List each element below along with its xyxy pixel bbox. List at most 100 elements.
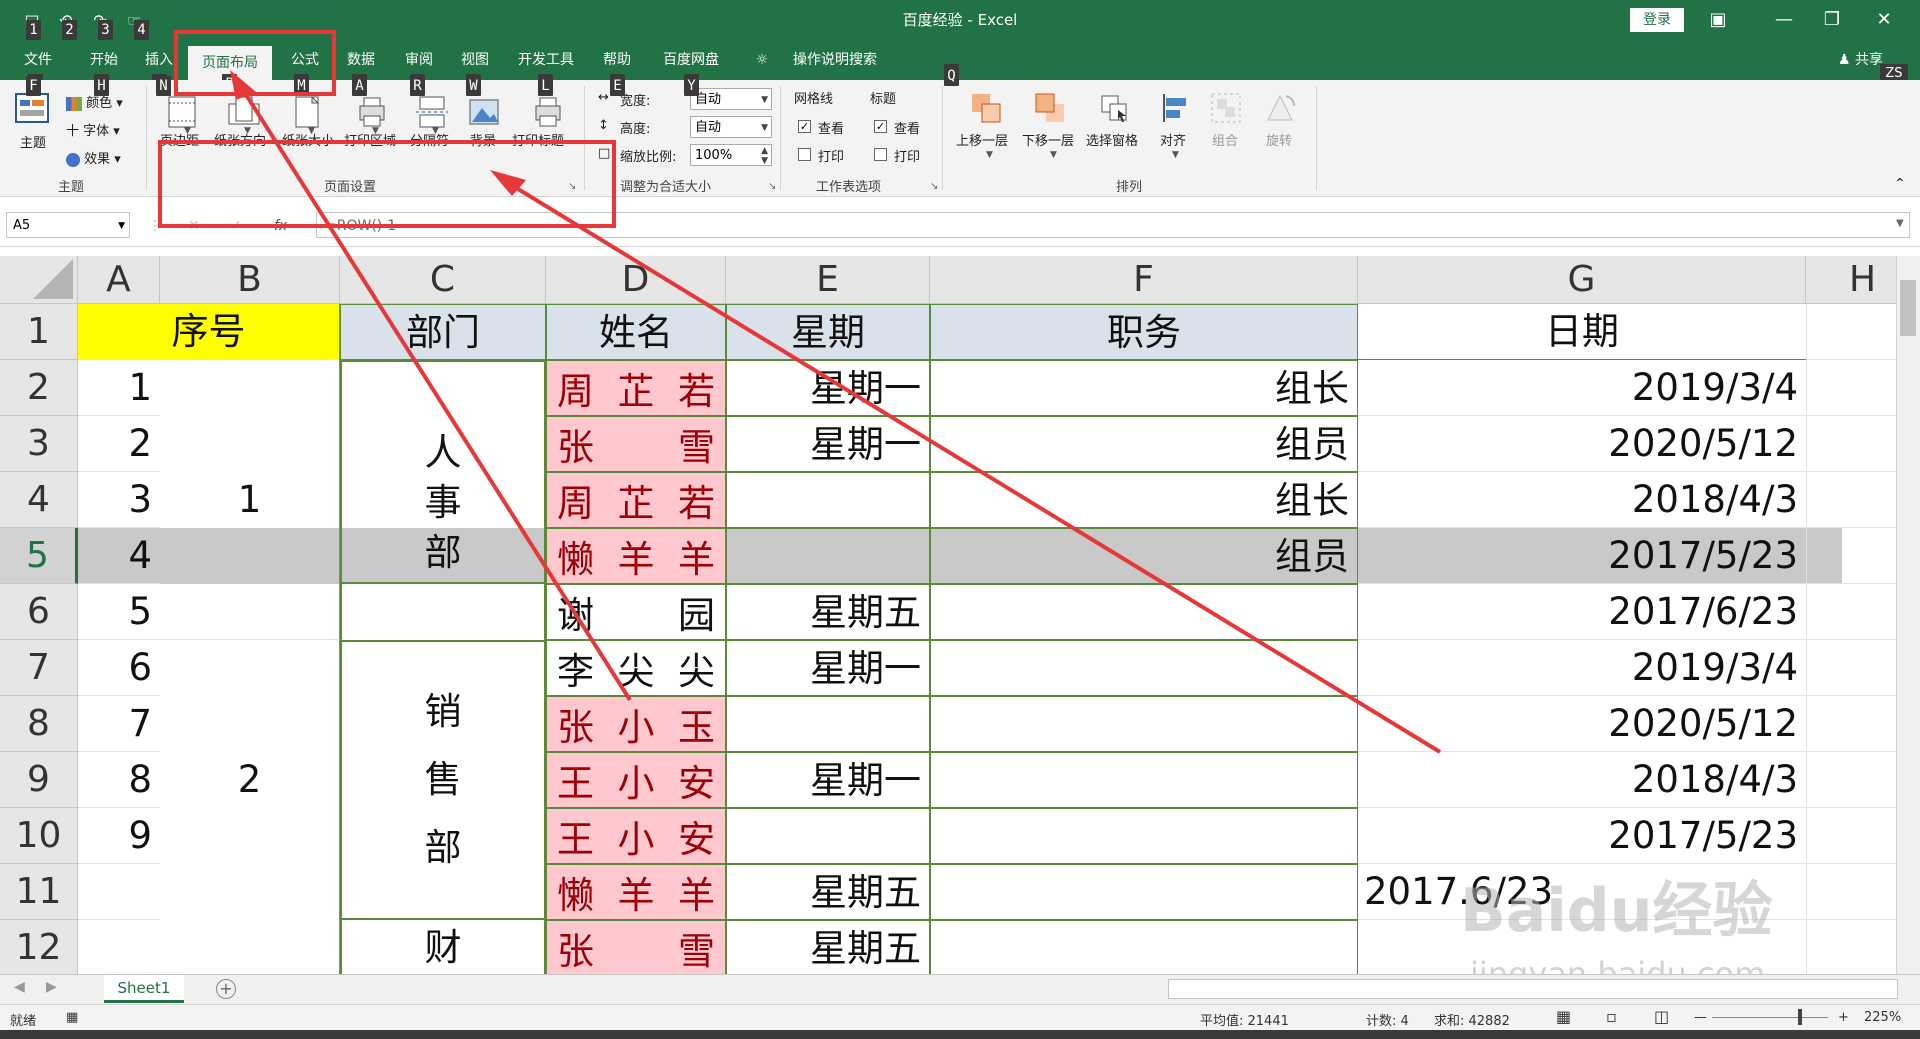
cell-department-partial[interactable]: 财: [340, 920, 546, 974]
cell-role[interactable]: [930, 696, 1358, 752]
row-header[interactable]: 8: [0, 696, 78, 752]
align-label[interactable]: 对齐: [1160, 130, 1186, 149]
cell-role[interactable]: 组长: [930, 472, 1358, 528]
zoom-out-icon[interactable]: —: [1694, 1010, 1707, 1025]
maximize-icon[interactable]: ❐: [1814, 6, 1850, 34]
cell-role[interactable]: [930, 808, 1358, 864]
scale-spinner[interactable]: 100% ▲ ▼: [690, 144, 772, 166]
cell-seq-number[interactable]: 5: [78, 584, 160, 640]
row-header[interactable]: 12: [0, 920, 78, 974]
cell-name[interactable]: 谢园: [546, 584, 726, 640]
tell-me-search[interactable]: 操作说明搜索: [780, 40, 890, 80]
headings-print-checkbox[interactable]: [874, 148, 887, 161]
add-sheet-icon[interactable]: +: [216, 979, 236, 999]
cell-seq-number[interactable]: 1: [78, 360, 160, 416]
column-header[interactable]: F: [930, 256, 1358, 304]
expand-formula-icon[interactable]: ▼: [1896, 218, 1904, 229]
header-cell-seq[interactable]: 序号: [78, 304, 340, 360]
selection-pane-icon[interactable]: [1096, 90, 1132, 126]
cell-name[interactable]: 周芷若: [546, 472, 726, 528]
cell-group-1[interactable]: 1: [160, 360, 340, 528]
collapse-ribbon-icon[interactable]: ⌃: [1894, 176, 1906, 192]
cell-name[interactable]: 李尖尖: [546, 640, 726, 696]
cell-date[interactable]: 2017/5/23: [1358, 808, 1806, 864]
zoom-slider-track[interactable]: [1712, 1017, 1828, 1018]
cell-name[interactable]: 王小安: [546, 752, 726, 808]
cell-role[interactable]: 组员: [930, 416, 1358, 472]
header-cell-name[interactable]: 姓名: [546, 304, 726, 360]
cell-date[interactable]: 2018/4/3: [1358, 472, 1806, 528]
cell-role[interactable]: [930, 752, 1358, 808]
column-header[interactable]: G: [1358, 256, 1806, 304]
horizontal-scrollbar[interactable]: [1168, 979, 1898, 999]
fonts-button[interactable]: 十 字体 ▾: [66, 120, 120, 139]
zoom-level[interactable]: 225%: [1864, 1010, 1901, 1025]
share-button[interactable]: ♟ 共享: [1838, 40, 1883, 80]
cell-role[interactable]: [930, 584, 1358, 640]
bring-forward-label[interactable]: 上移一层: [956, 130, 1008, 149]
cell-department[interactable]: 销售部: [340, 640, 546, 920]
column-header[interactable]: D: [546, 256, 726, 304]
normal-view-icon[interactable]: ▦: [1556, 1007, 1571, 1026]
cell-seq-number[interactable]: 8: [78, 752, 160, 808]
column-header[interactable]: C: [340, 256, 546, 304]
column-header[interactable]: E: [726, 256, 930, 304]
cell-seq-number[interactable]: 3: [78, 472, 160, 528]
row-header[interactable]: 9: [0, 752, 78, 808]
background-icon[interactable]: [466, 94, 502, 130]
cell-weekday[interactable]: 星期一: [726, 416, 930, 472]
send-backward-label[interactable]: 下移一层: [1022, 130, 1074, 149]
zoom-in-icon[interactable]: +: [1838, 1010, 1849, 1025]
cell-weekday[interactable]: 星期五: [726, 920, 930, 974]
cell-date[interactable]: 2019/3/4: [1358, 360, 1806, 416]
cell-date[interactable]: 2019/3/4: [1358, 640, 1806, 696]
zoom-slider-thumb[interactable]: [1798, 1009, 1802, 1025]
cell-role[interactable]: 组员: [930, 528, 1358, 584]
orientation-icon[interactable]: [226, 94, 262, 130]
bring-forward-icon[interactable]: [968, 90, 1004, 126]
cell-seq-number[interactable]: 7: [78, 696, 160, 752]
minimize-icon[interactable]: —: [1766, 6, 1802, 34]
login-button[interactable]: 登录: [1630, 8, 1684, 32]
rotate-icon[interactable]: [1262, 90, 1298, 126]
row-header[interactable]: 4: [0, 472, 78, 528]
cell-name[interactable]: 王小安: [546, 808, 726, 864]
cell-seq-number[interactable]: 9: [78, 808, 160, 864]
dialog-launcher-icon[interactable]: ↘: [768, 181, 776, 192]
row-header[interactable]: 2: [0, 360, 78, 416]
rotate-label[interactable]: 旋转: [1266, 130, 1292, 149]
header-cell-weekday[interactable]: 星期: [726, 304, 930, 360]
cell-date[interactable]: 2020/5/12: [1358, 416, 1806, 472]
cell-department[interactable]: 人事部: [340, 360, 546, 584]
vertical-scroll-thumb[interactable]: [1900, 280, 1916, 336]
cell-weekday[interactable]: 星期一: [726, 640, 930, 696]
sheet-nav-right-icon[interactable]: ▶: [46, 979, 57, 995]
margins-icon[interactable]: [164, 94, 200, 130]
cell-empty[interactable]: [160, 584, 340, 640]
effects-button[interactable]: 效果 ▾: [66, 148, 121, 167]
gridlines-view-checkbox[interactable]: ✓: [798, 120, 811, 133]
page-break-view-icon[interactable]: ◫: [1654, 1007, 1669, 1026]
cell-name[interactable]: 懒羊羊: [546, 528, 726, 584]
row-header[interactable]: 6: [0, 584, 78, 640]
print-area-icon[interactable]: [354, 94, 390, 130]
ribbon-display-icon[interactable]: ▣: [1700, 6, 1736, 34]
headings-view-checkbox[interactable]: ✓: [874, 120, 887, 133]
row-header[interactable]: 7: [0, 640, 78, 696]
column-header[interactable]: A: [78, 256, 160, 304]
macro-record-icon[interactable]: ▦: [66, 1010, 78, 1025]
cell-role[interactable]: 组长: [930, 360, 1358, 416]
row-header[interactable]: 10: [0, 808, 78, 864]
cell-empty[interactable]: [160, 528, 340, 584]
cell-group-2[interactable]: 2: [160, 640, 340, 920]
cell-role[interactable]: [930, 640, 1358, 696]
select-all-corner[interactable]: [0, 256, 78, 304]
print-titles-icon[interactable]: [530, 94, 566, 130]
cell-weekday[interactable]: 星期五: [726, 864, 930, 920]
size-icon[interactable]: [288, 94, 324, 130]
row-header[interactable]: 3: [0, 416, 78, 472]
selection-pane-label[interactable]: 选择窗格: [1086, 130, 1138, 149]
cell-date[interactable]: 2017/5/23: [1358, 528, 1806, 584]
send-backward-icon[interactable]: [1032, 90, 1068, 126]
cell-seq-number[interactable]: 4: [78, 528, 160, 584]
